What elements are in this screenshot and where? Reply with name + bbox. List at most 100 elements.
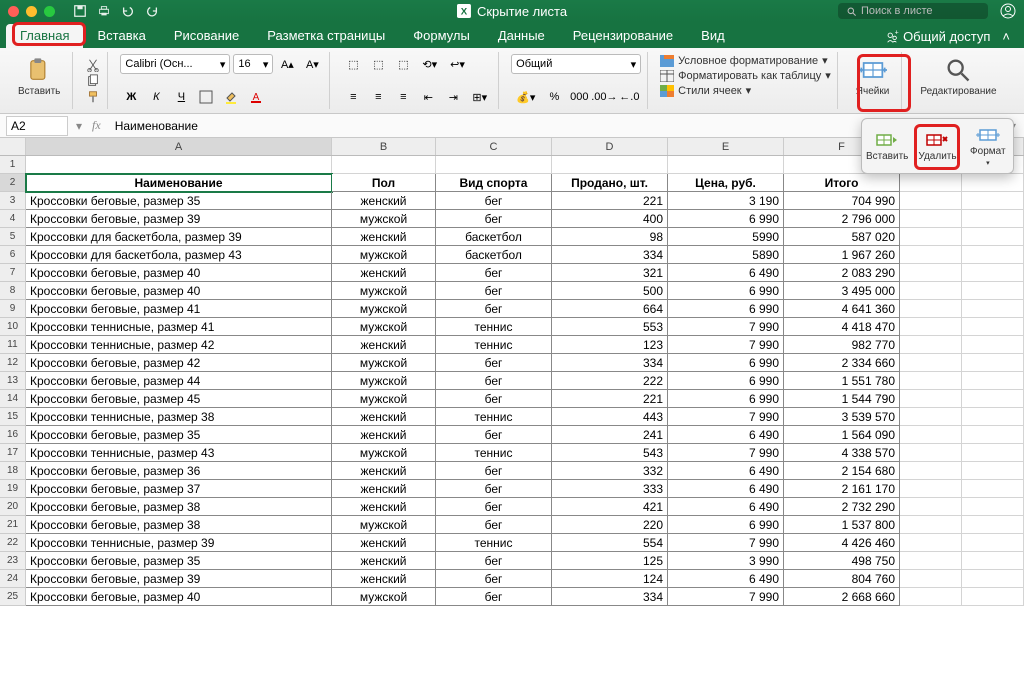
row-header[interactable]: 18 (0, 462, 26, 480)
data-cell[interactable]: женский (332, 552, 436, 570)
search-input[interactable]: Поиск в листе (838, 3, 988, 19)
format-as-table-button[interactable]: Форматировать как таблицу▾ (660, 69, 831, 82)
data-cell[interactable]: теннис (436, 534, 552, 552)
comma-icon[interactable]: 000 (568, 87, 590, 107)
cut-icon[interactable] (85, 58, 101, 72)
cell[interactable] (900, 570, 962, 588)
data-cell[interactable]: мужской (332, 282, 436, 300)
data-cell[interactable]: 1 967 260 (784, 246, 900, 264)
paste-button[interactable]: Вставить (12, 54, 66, 99)
tab-insert[interactable]: Вставка (83, 24, 159, 48)
data-cell[interactable]: 221 (552, 192, 668, 210)
data-cell[interactable]: Кроссовки беговые, размер 39 (26, 210, 332, 228)
data-cell[interactable]: 554 (552, 534, 668, 552)
cell[interactable] (900, 282, 962, 300)
font-color-button[interactable]: A (245, 87, 267, 107)
cell[interactable] (962, 210, 1024, 228)
data-cell[interactable]: 498 750 (784, 552, 900, 570)
data-cell[interactable]: 704 990 (784, 192, 900, 210)
cell-styles-button[interactable]: Стили ячеек▾ (660, 84, 831, 97)
data-cell[interactable]: Кроссовки теннисные, размер 42 (26, 336, 332, 354)
row-header[interactable]: 17 (0, 444, 26, 462)
data-cell[interactable]: Кроссовки для баскетбола, размер 43 (26, 246, 332, 264)
number-format-dropdown[interactable]: Общий▾ (511, 54, 641, 74)
row-header[interactable]: 21 (0, 516, 26, 534)
data-cell[interactable]: 3 495 000 (784, 282, 900, 300)
popup-insert-button[interactable]: Вставить (862, 119, 912, 173)
data-cell[interactable]: женский (332, 498, 436, 516)
data-cell[interactable]: 7 990 (668, 444, 784, 462)
data-cell[interactable]: бег (436, 282, 552, 300)
data-cell[interactable]: Кроссовки теннисные, размер 43 (26, 444, 332, 462)
popup-delete-button[interactable]: Удалить (912, 119, 962, 173)
row-header[interactable]: 25 (0, 588, 26, 606)
merge-cells-icon[interactable]: ⊞▾ (467, 87, 492, 107)
row-header[interactable]: 11 (0, 336, 26, 354)
cell[interactable] (962, 444, 1024, 462)
data-cell[interactable]: 98 (552, 228, 668, 246)
data-cell[interactable]: Кроссовки беговые, размер 37 (26, 480, 332, 498)
data-cell[interactable]: 7 990 (668, 588, 784, 606)
cell[interactable] (962, 336, 1024, 354)
data-cell[interactable]: Кроссовки беговые, размер 36 (26, 462, 332, 480)
data-cell[interactable]: Кроссовки теннисные, размер 38 (26, 408, 332, 426)
data-cell[interactable]: Кроссовки беговые, размер 40 (26, 264, 332, 282)
cell[interactable] (900, 462, 962, 480)
cell[interactable] (900, 408, 962, 426)
increase-indent-icon[interactable]: ⇥ (442, 87, 464, 107)
col-header-b[interactable]: B (332, 138, 436, 155)
cells-button[interactable]: Ячейки (850, 54, 896, 99)
data-cell[interactable]: женский (332, 480, 436, 498)
cell[interactable] (962, 498, 1024, 516)
undo-icon[interactable] (121, 4, 135, 18)
data-cell[interactable]: 241 (552, 426, 668, 444)
row-header[interactable]: 22 (0, 534, 26, 552)
chevron-up-icon[interactable]: ˄ (1002, 29, 1010, 44)
tab-view[interactable]: Вид (687, 24, 739, 48)
data-cell[interactable]: Кроссовки для баскетбола, размер 39 (26, 228, 332, 246)
align-bottom-icon[interactable]: ⬚ (392, 54, 414, 74)
align-middle-icon[interactable]: ⬚ (367, 54, 389, 74)
data-cell[interactable]: Кроссовки беговые, размер 38 (26, 516, 332, 534)
row-header[interactable]: 10 (0, 318, 26, 336)
cell[interactable] (962, 354, 1024, 372)
data-cell[interactable]: 6 490 (668, 570, 784, 588)
data-cell[interactable]: 1 537 800 (784, 516, 900, 534)
row-header[interactable]: 9 (0, 300, 26, 318)
data-cell[interactable]: 334 (552, 354, 668, 372)
decrease-font-icon[interactable]: A▾ (301, 54, 323, 74)
data-cell[interactable]: бег (436, 426, 552, 444)
cell[interactable] (900, 372, 962, 390)
row-header[interactable]: 2 (0, 174, 26, 192)
data-cell[interactable]: Кроссовки беговые, размер 40 (26, 282, 332, 300)
data-cell[interactable]: 2 154 680 (784, 462, 900, 480)
data-cell[interactable]: женский (332, 228, 436, 246)
header-cell[interactable]: Пол (332, 174, 436, 192)
data-cell[interactable]: Кроссовки беговые, размер 38 (26, 498, 332, 516)
row-header[interactable]: 12 (0, 354, 26, 372)
spreadsheet-grid[interactable]: A B C D E F G H 123456789101112131415161… (0, 138, 1024, 674)
data-cell[interactable]: 500 (552, 282, 668, 300)
format-painter-icon[interactable] (85, 90, 101, 104)
cell[interactable] (962, 192, 1024, 210)
data-cell[interactable]: мужской (332, 372, 436, 390)
data-cell[interactable]: Кроссовки беговые, размер 39 (26, 570, 332, 588)
cell[interactable] (900, 246, 962, 264)
data-cell[interactable]: бег (436, 210, 552, 228)
data-cell[interactable]: 587 020 (784, 228, 900, 246)
data-cell[interactable]: 2 161 170 (784, 480, 900, 498)
cell[interactable] (962, 534, 1024, 552)
data-cell[interactable]: бег (436, 570, 552, 588)
data-cell[interactable]: 3 990 (668, 552, 784, 570)
cell[interactable] (332, 156, 436, 174)
data-cell[interactable]: женский (332, 426, 436, 444)
data-cell[interactable]: Кроссовки беговые, размер 35 (26, 192, 332, 210)
cell[interactable] (962, 282, 1024, 300)
data-cell[interactable]: мужской (332, 246, 436, 264)
cell[interactable] (962, 300, 1024, 318)
data-cell[interactable]: Кроссовки теннисные, размер 41 (26, 318, 332, 336)
data-cell[interactable]: 664 (552, 300, 668, 318)
data-cell[interactable]: бег (436, 498, 552, 516)
data-cell[interactable]: мужской (332, 300, 436, 318)
data-cell[interactable]: 333 (552, 480, 668, 498)
